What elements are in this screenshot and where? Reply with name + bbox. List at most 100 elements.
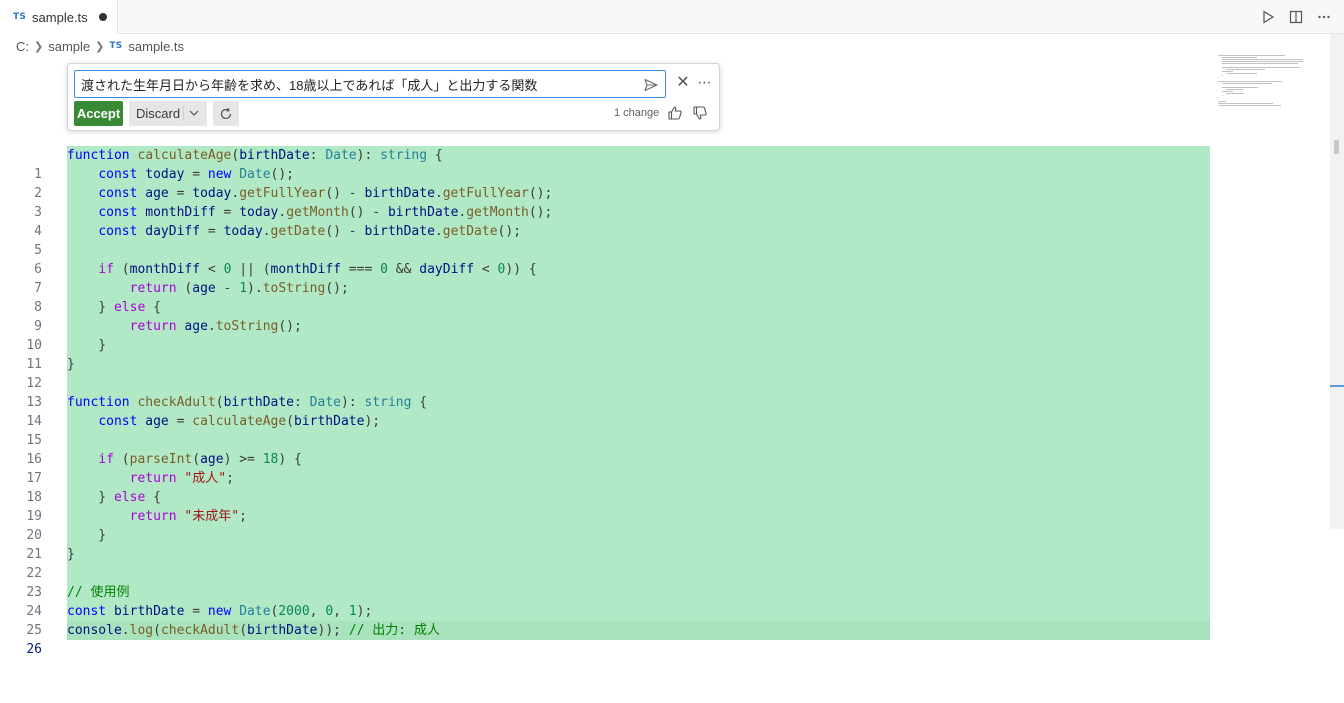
minimap-line — [1222, 87, 1259, 88]
line-content: const birthDate = new Date(2000, 0, 1); — [67, 602, 1210, 621]
minimap-line — [1226, 69, 1266, 70]
line-content: } — [67, 355, 1210, 374]
chat-prompt-input[interactable]: 渡された生年月日から年齢を求め、18歳以上であれば「成人」と出力する関数 — [74, 70, 666, 98]
code-line: 4 const monthDiff = today.getMonth() - b… — [0, 203, 1210, 239]
change-count: 1 change — [614, 107, 660, 119]
breadcrumb: C: ❯ sample ❯ TS sample.ts — [16, 37, 184, 55]
minimap-line — [1222, 75, 1224, 76]
line-content — [67, 431, 1210, 450]
run-icon[interactable] — [1260, 9, 1276, 25]
minimap-line — [1222, 83, 1273, 84]
line-content — [67, 374, 1210, 393]
breadcrumb-file[interactable]: sample.ts — [128, 39, 184, 54]
line-content: return (age - 1).toString(); — [67, 279, 1210, 298]
line-content: console.log(checkAdult(birthDate)); // 出… — [67, 621, 1210, 640]
breadcrumb-folder[interactable]: sample — [48, 39, 90, 54]
line-content: if (parseInt(age) >= 18) { — [67, 450, 1210, 469]
minimap-line — [1218, 77, 1220, 78]
refresh-icon — [220, 107, 232, 119]
code-line: 9 } else { — [0, 298, 1210, 334]
code-line: 22 } — [0, 545, 1210, 581]
code-line: 25 const birthDate = new Date(2000, 0, 1… — [0, 602, 1210, 638]
minimap-line — [1222, 63, 1298, 64]
discard-label: Discard — [136, 106, 181, 121]
chevron-right-icon: ❯ — [95, 40, 105, 53]
minimap-line — [1218, 103, 1273, 104]
code-line-current: 26 console.log(checkAdult(birthDate)); /… — [0, 621, 1210, 657]
chevron-down-icon[interactable] — [187, 106, 201, 120]
chat-prompt-text: 渡された生年月日から年齢を求め、18歳以上であれば「成人」と出力する関数 — [81, 77, 538, 93]
code-line: 10 return age.toString(); — [0, 317, 1210, 353]
code-line: 1 function calculateAge(birthDate: Date)… — [0, 146, 1210, 182]
vertical-scrollbar[interactable] — [1330, 34, 1344, 529]
editor-tab-bar: TS sample.ts — [0, 0, 1344, 34]
minimap-line — [1218, 101, 1227, 102]
code-line: 7 if (monthDiff < 0 || (monthDiff === 0 … — [0, 260, 1210, 296]
split-editor-icon[interactable] — [1288, 9, 1304, 25]
code-line: 12 } — [0, 355, 1210, 391]
line-content: function checkAdult(birthDate: Date): st… — [67, 393, 1210, 412]
minimap-line — [1226, 73, 1257, 74]
minimap-line — [1222, 57, 1257, 58]
editor-actions — [1260, 0, 1332, 34]
minimap-line — [1218, 105, 1281, 106]
thumbs-down-icon[interactable] — [692, 105, 708, 121]
code-line: 21 } — [0, 526, 1210, 562]
code-line: 24 // 使用例 — [0, 583, 1210, 619]
line-content: const monthDiff = today.getMonth() - bir… — [67, 203, 1210, 222]
typescript-file-icon: TS — [109, 41, 123, 51]
line-number: 26 — [26, 642, 42, 657]
line-content: const age = today.getFullYear() - birthD… — [67, 184, 1210, 203]
line-content: } — [67, 545, 1210, 564]
line-content: // 使用例 — [67, 583, 1210, 602]
minimap-line — [1226, 93, 1245, 94]
breadcrumb-drive[interactable]: C: — [16, 39, 29, 54]
accept-button[interactable]: Accept — [74, 101, 123, 126]
code-line: 15 const age = calculateAge(birthDate); — [0, 412, 1210, 448]
line-content: } — [67, 526, 1210, 545]
scrollbar-change-marker — [1330, 385, 1344, 387]
minimap-line — [1222, 67, 1301, 68]
minimap-line — [1222, 61, 1304, 62]
unsaved-dot-icon[interactable] — [99, 13, 107, 21]
code-line: 5 const dayDiff = today.getDate() - birt… — [0, 222, 1210, 258]
typescript-file-icon: TS — [13, 12, 27, 22]
code-line: 14 function checkAdult(birthDate: Date):… — [0, 393, 1210, 429]
code-line: 2 const today = new Date(); — [0, 165, 1210, 201]
line-content: if (monthDiff < 0 || (monthDiff === 0 &&… — [67, 260, 1210, 279]
code-editor[interactable]: 1 function calculateAge(birthDate: Date)… — [0, 146, 1210, 657]
tab-sample-ts[interactable]: TS sample.ts — [0, 0, 118, 34]
more-options-icon[interactable]: ⋯ — [696, 75, 714, 91]
code-line: 13 — [0, 374, 1210, 410]
minimap-line — [1222, 95, 1224, 96]
thumbs-up-icon[interactable] — [667, 105, 683, 121]
code-line: 19 } else { — [0, 488, 1210, 524]
discard-button[interactable]: Discard — [129, 101, 207, 126]
chevron-right-icon: ❯ — [34, 40, 44, 53]
line-content: const dayDiff = today.getDate() - birthD… — [67, 222, 1210, 241]
minimap-line — [1218, 97, 1220, 98]
send-icon[interactable] — [643, 77, 659, 93]
line-content: const age = calculateAge(birthDate); — [67, 412, 1210, 431]
minimap-line — [1218, 55, 1286, 56]
regenerate-button[interactable] — [213, 101, 239, 126]
line-content — [67, 241, 1210, 260]
line-content: } else { — [67, 298, 1210, 317]
line-content: } else { — [67, 488, 1210, 507]
line-content — [67, 564, 1210, 583]
code-line: 11 } — [0, 336, 1210, 372]
code-line: 3 const age = today.getFullYear() - birt… — [0, 184, 1210, 220]
code-line: 23 — [0, 564, 1210, 600]
code-line: 6 — [0, 241, 1210, 277]
code-line: 16 — [0, 431, 1210, 467]
close-icon[interactable]: ✕ — [675, 75, 691, 91]
minimap-line — [1218, 81, 1283, 82]
discard-divider — [183, 106, 184, 121]
tab-label: sample.ts — [32, 9, 88, 25]
minimap-line — [1222, 91, 1234, 92]
more-actions-icon[interactable] — [1316, 9, 1332, 25]
code-line: 8 return (age - 1).toString(); — [0, 279, 1210, 315]
scrollbar-thumb[interactable] — [1334, 140, 1339, 154]
inline-chat-widget: 渡された生年月日から年齢を求め、18歳以上であれば「成人」と出力する関数 ✕ ⋯… — [67, 63, 720, 131]
minimap[interactable] — [1214, 55, 1326, 115]
